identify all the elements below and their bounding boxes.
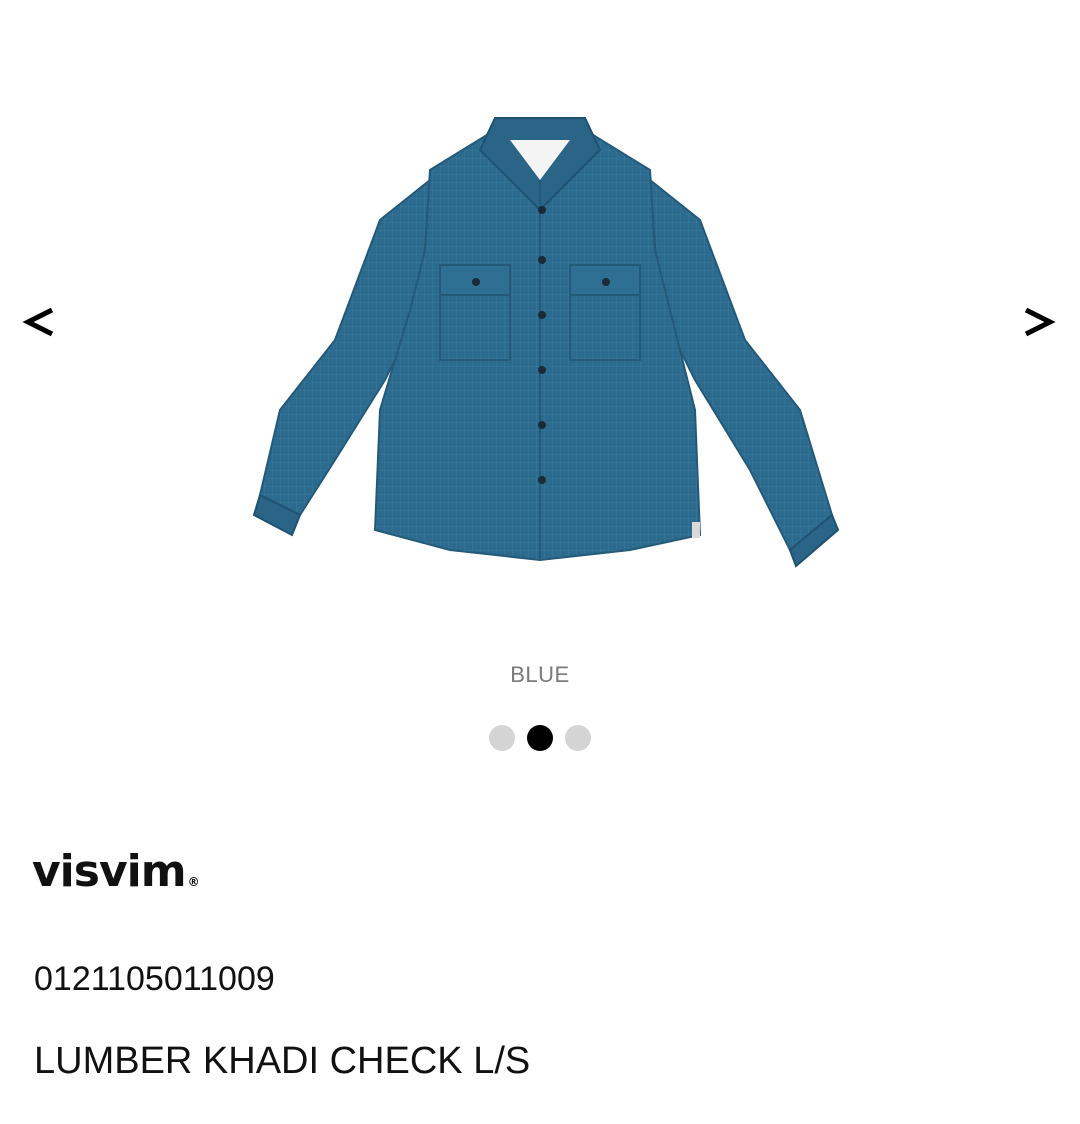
product-image[interactable] [240,110,840,580]
pagination-dot[interactable] [565,725,591,751]
pagination-dot[interactable] [489,725,515,751]
chevron-right-icon [1024,307,1056,337]
brand-name: visvim [32,846,187,897]
product-title: LUMBER KHADI CHECK L/S [34,1040,531,1082]
registered-mark: ® [187,875,200,889]
image-pagination [0,724,1080,752]
next-image-button[interactable] [1008,292,1068,352]
chevron-left-icon [22,307,54,337]
color-label: BLUE [510,662,570,687]
pagination-dot-active[interactable] [527,725,553,751]
brand-logo: visvim ® [32,846,200,897]
shirt-image [252,117,840,568]
previous-image-button[interactable] [10,292,70,352]
product-gallery [0,0,1080,640]
product-sku: 0121105011009 [34,960,275,998]
